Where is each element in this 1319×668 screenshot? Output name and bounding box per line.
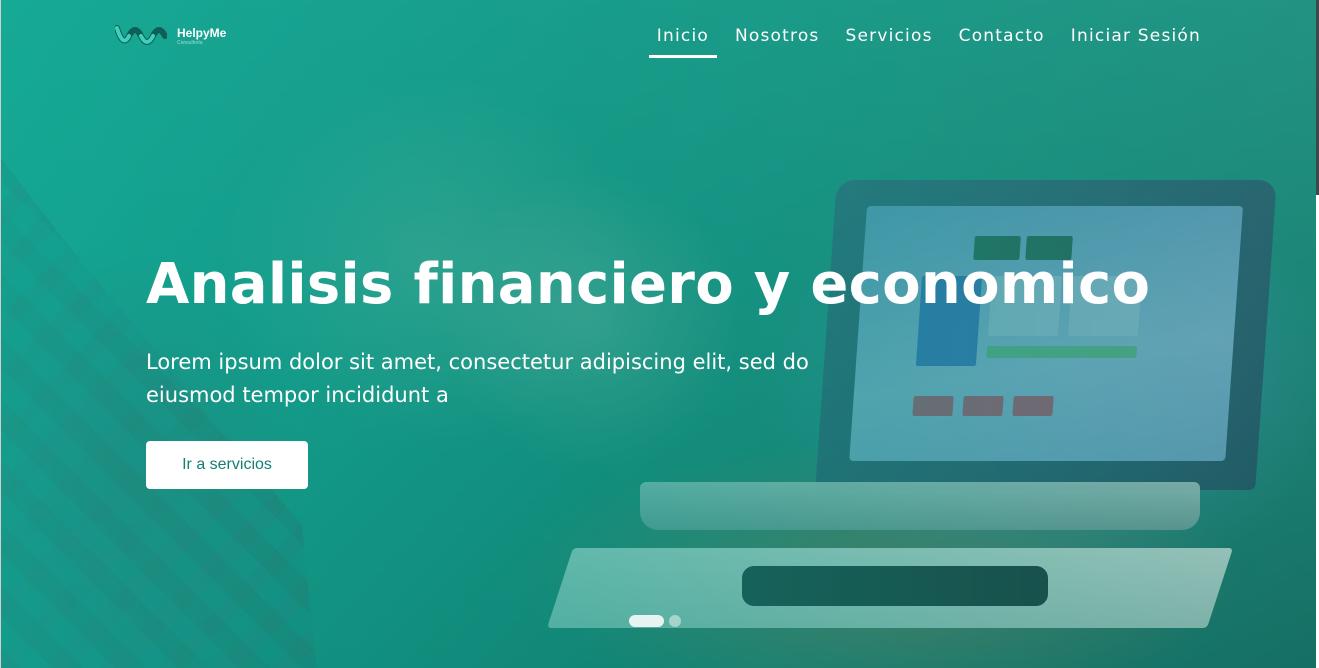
brand-tagline: Consultoría — [177, 39, 203, 46]
hero-description: Lorem ipsum dolor sit amet, consectetur … — [146, 350, 809, 407]
hero-color-overlay — [0, 0, 1319, 668]
carousel-indicator-1[interactable] — [629, 615, 664, 627]
page-edge — [0, 0, 1, 668]
main-nav: Inicio Nosotros Servicios Contacto Inici… — [639, 24, 1209, 58]
hero-title: Analisis financiero y economico — [146, 252, 1151, 317]
helpyme-logo-icon — [115, 25, 167, 45]
go-to-services-button[interactable]: Ir a servicios — [146, 441, 308, 489]
carousel-indicators — [629, 615, 681, 627]
nav-item-contacto[interactable]: Contacto — [951, 24, 1053, 58]
carousel-indicator-2[interactable] — [669, 615, 681, 627]
brand-logo-link[interactable]: HelpyMe Consultoría — [115, 22, 226, 50]
brand-name: HelpyMe — [177, 25, 227, 40]
brand-text: HelpyMe Consultoría — [177, 27, 226, 46]
nav-item-inicio[interactable]: Inicio — [648, 24, 718, 58]
nav-item-iniciar-sesion[interactable]: Iniciar Sesión — [1063, 24, 1209, 58]
nav-item-nosotros[interactable]: Nosotros — [727, 24, 828, 58]
nav-item-servicios[interactable]: Servicios — [837, 24, 940, 58]
navbar: HelpyMe Consultoría Inicio Nosotros Serv… — [0, 0, 1319, 70]
hero-section: HelpyMe Consultoría Inicio Nosotros Serv… — [0, 0, 1319, 668]
